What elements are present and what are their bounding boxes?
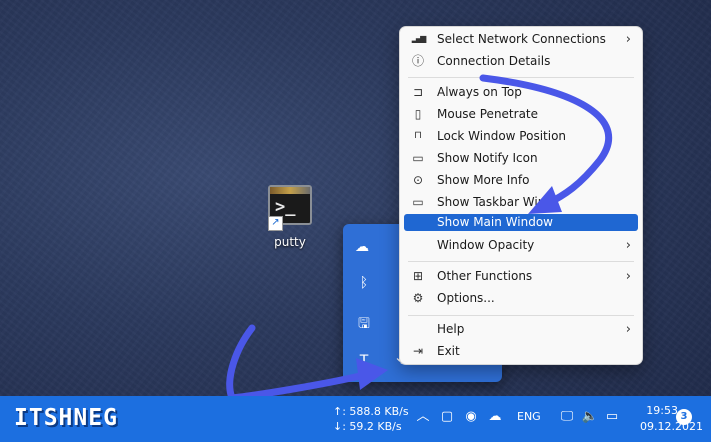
menu-item-options[interactable]: ⚙ Options...: [404, 288, 638, 309]
clock-date: 09.12.2021: [640, 420, 703, 433]
volume-icon[interactable]: 🔈: [581, 408, 599, 426]
battery-icon[interactable]: ▭: [603, 408, 621, 426]
laptop-icon: ▭: [412, 195, 424, 209]
menu-separator: [408, 77, 634, 78]
download-speed: ↓: 59.2 KB/s: [333, 420, 402, 433]
notification-badge[interactable]: 3: [676, 409, 692, 425]
chevron-right-icon: ›: [625, 322, 631, 337]
putty-icon: >_ ↗: [268, 185, 312, 231]
context-menu: ▂▄▆ Select Network Connections › ⓘ Conne…: [399, 26, 643, 365]
clock[interactable]: 19:53 09.12.2021: [640, 403, 703, 435]
chevron-right-icon: ›: [625, 238, 631, 253]
menu-item-select-network-connections[interactable]: ▂▄▆ Select Network Connections ›: [404, 29, 638, 50]
gear-icon: ⚙: [412, 291, 424, 305]
more-icon: ⊙: [412, 173, 424, 187]
taskbar: ITSHNEG ↑: 588.8 KB/s ↓: 59.2 KB/s ︿ ▢ ◉…: [0, 396, 711, 442]
exit-icon: ⇥: [412, 344, 424, 358]
network-icon[interactable]: 🖵: [558, 408, 576, 426]
teams-icon[interactable]: T: [355, 352, 373, 370]
bluetooth-icon[interactable]: ᛒ: [355, 274, 373, 292]
grid-icon: ⊞: [412, 269, 424, 283]
window-square-icon[interactable]: ▢: [438, 408, 456, 426]
clock-time: 19:53: [646, 404, 678, 417]
menu-item-lock-window-position[interactable]: ⊓ Lock Window Position: [404, 126, 638, 147]
network-speed-readout[interactable]: ↑: 588.8 KB/s ↓: 59.2 KB/s: [333, 404, 409, 434]
putty-desktop-shortcut[interactable]: >_ ↗ putty: [262, 185, 318, 249]
viber-icon[interactable]: ◉: [462, 408, 480, 426]
pin-icon: ⊐: [412, 85, 424, 99]
menu-item-other-functions[interactable]: ⊞ Other Functions ›: [404, 266, 638, 287]
menu-item-connection-details[interactable]: ⓘ Connection Details: [404, 51, 638, 72]
menu-item-show-notify-icon[interactable]: ▭ Show Notify Icon: [404, 148, 638, 169]
chevron-right-icon: ›: [625, 269, 631, 284]
lock-icon: ⊓: [414, 130, 422, 141]
chevron-right-icon: ›: [625, 32, 631, 47]
onedrive-cloud-icon[interactable]: ☁: [486, 408, 504, 426]
signal-bars-icon: ▂▄▆: [411, 34, 426, 43]
usb-drive-icon[interactable]: 🖫: [355, 315, 373, 333]
cloud-app-icon[interactable]: ☁: [353, 238, 371, 256]
monitor-icon: ▭: [412, 151, 424, 165]
menu-item-help[interactable]: Help ›: [404, 319, 638, 340]
menu-item-always-on-top[interactable]: ⊐ Always on Top: [404, 82, 638, 103]
menu-separator: [408, 261, 634, 262]
upload-speed: ↑: 588.8 KB/s: [333, 405, 409, 418]
menu-item-show-more-info[interactable]: ⊙ Show More Info: [404, 170, 638, 191]
brand-logo: ITSHNEG: [14, 405, 118, 431]
mouse-icon: ▯: [414, 107, 422, 121]
info-icon: ⓘ: [411, 54, 424, 68]
language-indicator[interactable]: ENG: [517, 410, 541, 423]
menu-item-exit[interactable]: ⇥ Exit: [404, 341, 638, 362]
menu-separator: [408, 315, 634, 316]
show-hidden-icons-chevron-icon[interactable]: ︿: [414, 408, 432, 426]
shortcut-arrow-icon: ↗: [268, 216, 283, 231]
menu-item-window-opacity[interactable]: Window Opacity ›: [404, 235, 638, 256]
menu-item-show-taskbar-window[interactable]: ▭ Show Taskbar Wind: [404, 192, 638, 213]
menu-item-mouse-penetrate[interactable]: ▯ Mouse Penetrate: [404, 104, 638, 125]
menu-item-show-main-window[interactable]: Show Main Window: [404, 214, 638, 231]
desktop-icon-label: putty: [274, 235, 306, 249]
